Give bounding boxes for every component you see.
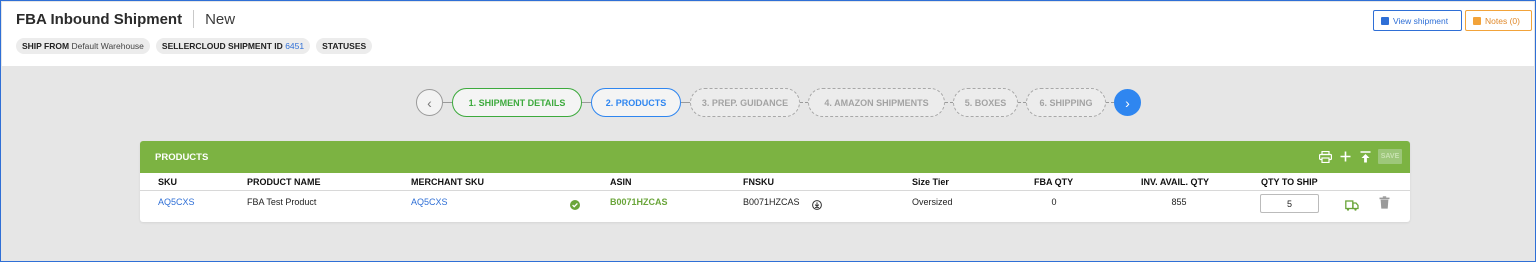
ship-from-value: Default Warehouse <box>71 41 144 51</box>
notes-button[interactable]: Notes (0) <box>1465 10 1532 31</box>
col-product-name: PRODUCT NAME <box>247 177 321 187</box>
check-circle-icon <box>570 197 580 210</box>
next-step-button[interactable]: › <box>1114 89 1141 116</box>
shipment-id-chip: SELLERCLOUD SHIPMENT ID 6451 <box>155 38 311 54</box>
chevron-right-icon: › <box>1125 94 1130 111</box>
step-boxes[interactable]: 5. BOXES <box>953 88 1018 117</box>
print-icon[interactable] <box>1318 150 1332 164</box>
step-shipping[interactable]: 6. SHIPPING <box>1026 88 1106 117</box>
title-divider <box>193 10 195 28</box>
fnsku-cell: B0071HZCAS <box>743 197 800 207</box>
upload-icon[interactable] <box>1358 150 1372 164</box>
col-merchant-sku: MERCHANT SKU <box>411 177 484 187</box>
add-icon[interactable] <box>1338 150 1352 164</box>
merchant-sku-link[interactable]: AQ5CXS <box>411 197 448 207</box>
product-name-cell: FBA Test Product <box>247 197 317 207</box>
statuses-chip[interactable]: STATUSES <box>316 38 373 54</box>
step-connector <box>1018 102 1026 103</box>
ship-item-icon[interactable] <box>1345 198 1359 211</box>
trash-icon[interactable] <box>1379 196 1390 209</box>
col-inv-avail-qty: INV. AVAIL. QTY <box>1141 177 1210 187</box>
step-products[interactable]: 2. PRODUCTS <box>591 88 681 117</box>
chevron-left-icon: ‹ <box>427 94 432 111</box>
inv-avail-qty-cell: 855 <box>1171 197 1187 207</box>
app-frame: FBA Inbound Shipment New SHIP FROM Defau… <box>0 0 1536 262</box>
products-panel-title: PRODUCTS <box>155 152 209 163</box>
col-fnsku: FNSKU <box>743 177 774 187</box>
step-connector <box>800 102 808 103</box>
save-button[interactable]: SAVE <box>1378 149 1402 164</box>
notes-label: Notes (0) <box>1485 15 1520 26</box>
products-panel-header: PRODUCTS SAVE <box>140 141 1410 173</box>
fba-qty-cell: 0 <box>1051 197 1057 207</box>
wizard-steps: ‹ 1. SHIPMENT DETAILS 2. PRODUCTS 3. PRE… <box>416 88 1141 117</box>
view-shipment-label: View shipment <box>1393 15 1449 26</box>
col-size-tier: Size Tier <box>912 177 949 187</box>
col-qty-to-ship: QTY TO SHIP <box>1261 177 1318 187</box>
panel-toolbar: SAVE <box>1318 149 1402 164</box>
statuses-label: STATUSES <box>322 41 367 51</box>
view-shipment-button[interactable]: View shipment <box>1373 10 1462 31</box>
shipment-id-link[interactable]: 6451 <box>285 41 304 51</box>
step-connector <box>443 102 452 103</box>
ship-from-label: SHIP FROM <box>22 41 70 51</box>
col-asin: ASIN <box>610 177 632 187</box>
step-connector <box>582 102 591 103</box>
col-fba-qty: FBA QTY <box>1034 177 1074 187</box>
previous-step-button[interactable]: ‹ <box>416 89 443 116</box>
shipment-id-label: SELLERCLOUD SHIPMENT ID <box>161 41 283 51</box>
document-icon <box>1381 16 1389 25</box>
step-connector <box>1106 102 1114 103</box>
title-row: FBA Inbound Shipment New <box>16 10 235 28</box>
products-panel: PRODUCTS SAVE SKU PRODUCT NAME MERCHANT … <box>140 141 1410 222</box>
page-subtitle: New <box>205 10 236 28</box>
page-header: FBA Inbound Shipment New SHIP FROM Defau… <box>2 2 1534 66</box>
sku-link[interactable]: AQ5CXS <box>158 197 195 207</box>
step-connector <box>945 102 953 103</box>
download-icon[interactable] <box>812 197 822 210</box>
step-connector <box>681 102 690 103</box>
info-chips: SHIP FROM Default Warehouse SELLERCLOUD … <box>16 38 373 54</box>
step-amazon-shipments[interactable]: 4. AMAZON SHIPMENTS <box>808 88 945 117</box>
note-icon <box>1473 16 1481 25</box>
qty-to-ship-input[interactable] <box>1260 194 1319 213</box>
page-title: FBA Inbound Shipment <box>16 10 183 28</box>
table-header-divider <box>140 190 1410 191</box>
step-shipment-details[interactable]: 1. SHIPMENT DETAILS <box>452 88 582 117</box>
size-tier-cell: Oversized <box>912 197 953 207</box>
col-sku: SKU <box>158 177 178 187</box>
asin-link[interactable]: B0071HZCAS <box>610 197 668 207</box>
step-prep-guidance[interactable]: 3. PREP. GUIDANCE <box>690 88 800 117</box>
ship-from-chip: SHIP FROM Default Warehouse <box>16 38 150 54</box>
